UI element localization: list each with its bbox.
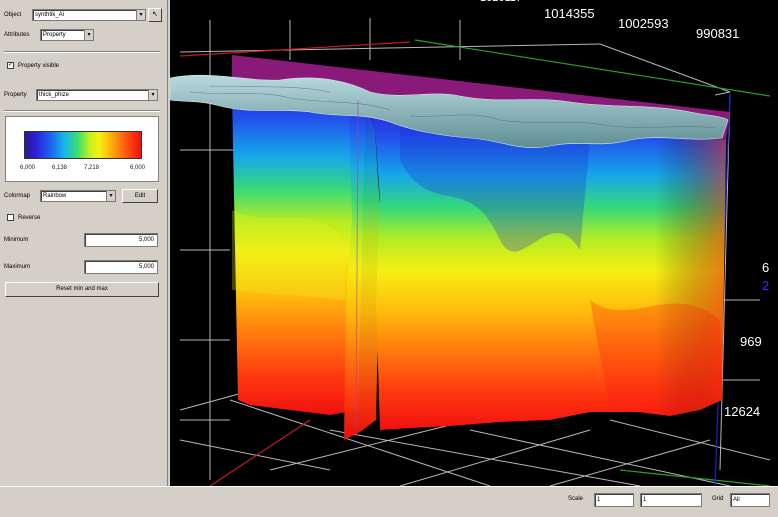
colormap-label: Colormap bbox=[4, 193, 31, 199]
colormap-row: Colormap bbox=[4, 188, 30, 204]
property-select[interactable]: thick_phize ▾ bbox=[36, 89, 158, 101]
maximum-row: Maximum bbox=[4, 259, 30, 275]
separator bbox=[4, 51, 160, 53]
property-visible-checkbox[interactable]: ✓ bbox=[7, 62, 14, 69]
reverse-label: Reverse bbox=[18, 215, 41, 221]
axis-value: 2 bbox=[762, 278, 770, 293]
3d-viewport[interactable]: 1026117 1014355 1002593 990831 6 2 969 1… bbox=[170, 0, 778, 486]
axis-value: 6 bbox=[762, 260, 770, 275]
object-label: Object bbox=[4, 12, 22, 18]
property-row: Property bbox=[4, 87, 27, 103]
maximum-label: Maximum bbox=[4, 264, 31, 270]
axis-value-top: 1026117 bbox=[480, 0, 522, 4]
property-visible-label: Property visible bbox=[18, 63, 60, 69]
mode-label: Grid bbox=[712, 496, 724, 502]
object-row: Object bbox=[4, 7, 21, 23]
edit-colormap-button[interactable]: Edit bbox=[122, 189, 158, 203]
mode-select[interactable]: All bbox=[730, 493, 770, 507]
property-panel: Object synthtik_Ai ▾ ↖ Attributes Proper… bbox=[0, 0, 168, 486]
cursor-icon: ↖ bbox=[152, 11, 158, 18]
mode-value: All bbox=[733, 497, 740, 503]
axis-value: 969 bbox=[740, 334, 762, 349]
colormap-bar bbox=[24, 131, 142, 159]
chevron-down-icon[interactable]: ▾ bbox=[148, 90, 157, 100]
secondary-value: 1 bbox=[643, 497, 647, 503]
scale-label: Scale bbox=[568, 496, 584, 502]
reverse-row: Reverse bbox=[18, 210, 40, 226]
reset-min-max-button[interactable]: Reset min and max bbox=[5, 282, 159, 297]
app-window: Object synthtik_Ai ▾ ↖ Attributes Proper… bbox=[0, 0, 778, 517]
chevron-down-icon[interactable]: ▾ bbox=[106, 191, 115, 201]
checkmark-icon: ✓ bbox=[8, 62, 14, 68]
axis-value: 990831 bbox=[696, 26, 740, 41]
reverse-checkbox[interactable] bbox=[7, 214, 14, 221]
maximum-field[interactable]: 5,000 bbox=[84, 260, 158, 274]
scale-value: 1 bbox=[597, 497, 601, 503]
legend-tick: 6,000 bbox=[130, 165, 146, 171]
minimum-label: Minimum bbox=[4, 237, 29, 243]
color-legend: 6,000 6,138 7,218 6,000 bbox=[5, 116, 159, 182]
3d-scene[interactable] bbox=[170, 0, 778, 486]
attribute-select-value: Property bbox=[43, 32, 66, 38]
legend-tick: 6,000 bbox=[20, 165, 36, 171]
object-select[interactable]: synthtik_Ai ▾ bbox=[32, 9, 146, 21]
property-label: Property bbox=[4, 92, 27, 98]
colormap-select-value: Rainbow bbox=[43, 193, 67, 199]
attribute-row: Attributes bbox=[4, 27, 29, 43]
axis-value: 12624 bbox=[724, 404, 761, 419]
property-visible-row: Property visible bbox=[18, 58, 59, 74]
scale-select[interactable]: 1 bbox=[594, 493, 634, 507]
property-select-value: thick_phize bbox=[39, 92, 70, 98]
minimum-field[interactable]: 5,000 bbox=[84, 233, 158, 247]
legend-tick: 7,218 bbox=[84, 165, 100, 171]
axis-value: 1002593 bbox=[618, 16, 669, 31]
secondary-field[interactable]: 1 bbox=[640, 493, 702, 507]
colormap-select[interactable]: Rainbow ▾ bbox=[40, 190, 116, 202]
chevron-down-icon[interactable]: ▾ bbox=[136, 10, 145, 20]
attribute-select[interactable]: Property ▾ bbox=[40, 29, 94, 41]
status-bar: Scale 1 1 Grid All bbox=[0, 486, 778, 517]
legend-tick: 6,138 bbox=[52, 165, 68, 171]
separator bbox=[4, 110, 160, 112]
minimum-row: Minimum bbox=[4, 232, 28, 248]
axis-value: 1014355 bbox=[544, 6, 595, 21]
object-select-value: synthtik_Ai bbox=[35, 12, 65, 18]
chevron-down-icon[interactable]: ▾ bbox=[84, 30, 93, 40]
attribute-label: Attributes bbox=[4, 32, 30, 38]
pick-object-button[interactable]: ↖ bbox=[148, 8, 162, 22]
